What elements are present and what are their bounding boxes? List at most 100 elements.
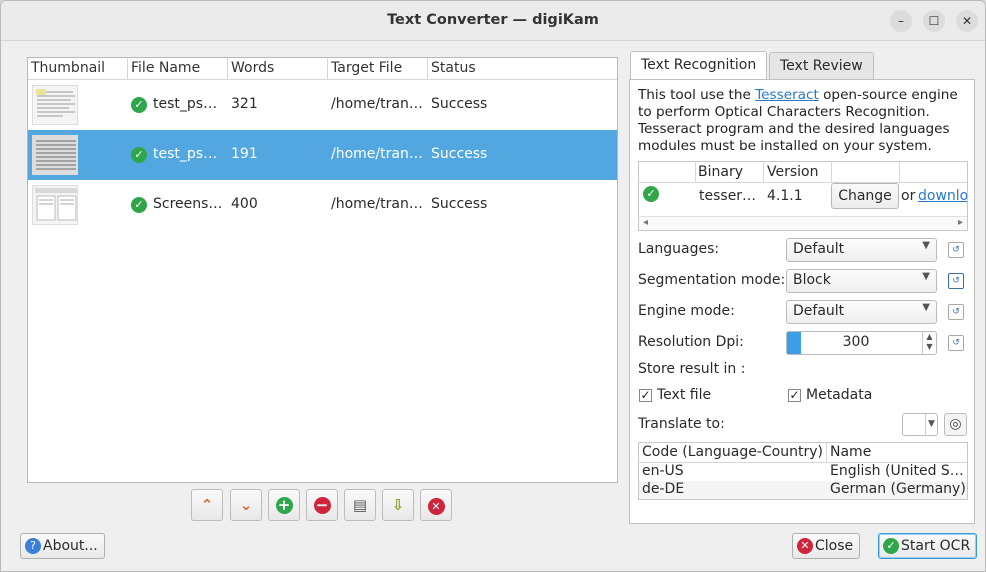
minimize-button[interactable]: –	[890, 10, 912, 32]
languages-header: Code (Language-Country) Name	[639, 443, 967, 463]
close-icon: ✕	[797, 538, 813, 554]
store-result-label: Store result in :	[638, 361, 746, 377]
add-icon: +	[275, 497, 293, 514]
segmentation-value: Block	[793, 272, 831, 288]
spin-arrows-icon[interactable]: ▲ ▼	[922, 332, 936, 354]
help-icon: ?	[25, 538, 41, 554]
maximize-button[interactable]: ☐	[923, 10, 945, 32]
tab-text-recognition[interactable]: Text Recognition	[630, 51, 768, 80]
save-list-button[interactable]: ⇩	[382, 489, 414, 521]
column-code[interactable]: Code (Language-Country)	[642, 444, 823, 460]
table-row[interactable]: ✓ test_ps… 321 /home/tran… Success	[28, 80, 617, 130]
binaries-header: Binary Version	[639, 162, 967, 183]
remove-items-button[interactable]: −	[306, 489, 338, 521]
intro-text: This tool use the Tesseract open-source …	[638, 87, 970, 155]
file-name: test_ps…	[153, 146, 218, 162]
engine-value: Default	[793, 303, 845, 319]
metadata-checkbox[interactable]: ✓	[788, 389, 801, 402]
languages-value: Default	[793, 241, 845, 257]
column-target-file[interactable]: Target File	[331, 60, 402, 76]
dpi-label: Resolution Dpi:	[638, 334, 744, 350]
scroll-right-icon[interactable]: ▸	[958, 217, 963, 228]
language-code[interactable]: de-DE	[642, 481, 684, 497]
table-row-selected[interactable]: ✓ test_ps… 191 /home/tran… Success	[28, 130, 617, 180]
text-file-label[interactable]: Text file	[657, 387, 711, 403]
window-title: Text Converter — digiKam	[387, 12, 599, 28]
check-icon: ✓	[883, 538, 899, 554]
engine-label: Engine mode:	[638, 303, 735, 319]
translate-label: Translate to:	[638, 416, 725, 432]
binary-found-icon: ✓	[643, 186, 659, 202]
title-bar: Text Converter — digiKam – ☐ ✕	[1, 1, 985, 41]
language-name[interactable]: German (Germany)	[830, 481, 966, 497]
clear-list-button[interactable]: ✕	[420, 489, 452, 521]
tesseract-link[interactable]: Tesseract	[755, 87, 819, 103]
binary-version: 4.1.1	[767, 188, 803, 204]
segmentation-combo[interactable]: Block ▼	[786, 269, 937, 293]
success-icon: ✓	[131, 197, 147, 213]
move-up-button[interactable]: ⌃	[191, 489, 223, 521]
target-file: /home/tran…	[331, 196, 423, 212]
download-link[interactable]: downlo	[918, 188, 967, 204]
table-row[interactable]: ✓ Screens… 400 /home/tran… Success	[28, 180, 617, 230]
text-file-checkbox[interactable]: ✓	[639, 389, 652, 402]
file-name: test_ps…	[153, 96, 218, 112]
scroll-left-icon[interactable]: ◂	[643, 217, 648, 228]
word-count: 191	[231, 146, 258, 162]
file-name: Screens…	[153, 196, 223, 212]
close-button[interactable]: ✕ Close	[792, 533, 861, 559]
column-binary: Binary	[698, 164, 743, 180]
chevron-down-icon: ▼	[925, 414, 937, 435]
column-file-name[interactable]: File Name	[131, 60, 200, 76]
status-text: Success	[431, 96, 488, 112]
column-status[interactable]: Status	[431, 60, 476, 76]
chevron-down-icon: ▼	[922, 240, 930, 251]
start-ocr-label: Start OCR	[901, 538, 971, 554]
translation-settings-icon[interactable]: ◎	[944, 413, 967, 436]
status-text: Success	[431, 196, 488, 212]
change-binary-button[interactable]: Change	[831, 183, 899, 209]
column-words[interactable]: Words	[231, 60, 274, 76]
text-recognition-panel: This tool use the Tesseract open-source …	[629, 79, 975, 524]
load-items-button[interactable]: ▤	[344, 489, 376, 521]
status-text: Success	[431, 146, 488, 162]
file-list-table[interactable]: Thumbnail File Name Words Target File St…	[27, 57, 618, 483]
languages-label: Languages:	[638, 241, 720, 257]
or-text: or	[901, 188, 916, 204]
thumbnail-image	[32, 85, 78, 125]
languages-table[interactable]: Code (Language-Country) Name en-US Engli…	[638, 442, 968, 500]
language-name[interactable]: English (United S…	[830, 463, 964, 479]
dpi-value: 300	[842, 334, 870, 350]
horizontal-scrollbar[interactable]: ◂ ▸	[639, 216, 967, 230]
word-count: 400	[231, 196, 258, 212]
close-label: Close	[815, 538, 854, 554]
language-code[interactable]: en-US	[642, 463, 684, 479]
thumbnail-image	[32, 185, 78, 225]
languages-combo[interactable]: Default ▼	[786, 238, 937, 262]
word-count: 321	[231, 96, 258, 112]
add-items-button[interactable]: +	[268, 489, 300, 521]
column-version: Version	[767, 164, 819, 180]
move-down-button[interactable]: ⌄	[230, 489, 262, 521]
column-thumbnail[interactable]: Thumbnail	[31, 60, 105, 76]
chevron-down-icon: ▼	[922, 302, 930, 313]
metadata-label[interactable]: Metadata	[806, 387, 872, 403]
reset-languages-icon[interactable]: ↺	[948, 242, 964, 258]
translate-language-picker[interactable]: ▼	[902, 413, 938, 436]
column-name[interactable]: Name	[830, 444, 871, 460]
reset-segmentation-icon[interactable]: ↺	[948, 273, 964, 289]
close-window-button[interactable]: ✕	[956, 10, 978, 32]
reset-dpi-icon[interactable]: ↺	[948, 335, 964, 351]
start-ocr-button[interactable]: ✓ Start OCR	[878, 533, 978, 559]
success-icon: ✓	[131, 97, 147, 113]
engine-combo[interactable]: Default ▼	[786, 300, 937, 324]
about-button[interactable]: ? About...	[20, 533, 105, 559]
target-file: /home/tran…	[331, 96, 423, 112]
reset-engine-icon[interactable]: ↺	[948, 304, 964, 320]
tab-text-review[interactable]: Text Review	[769, 52, 874, 79]
file-list-header: Thumbnail File Name Words Target File St…	[28, 58, 617, 80]
chevron-down-icon: ▼	[922, 271, 930, 282]
text-converter-window: Text Converter — digiKam – ☐ ✕ Thumbnail…	[0, 0, 986, 572]
thumbnail-image	[32, 135, 78, 175]
dpi-spinbox[interactable]: 300 ▲ ▼	[786, 331, 937, 355]
